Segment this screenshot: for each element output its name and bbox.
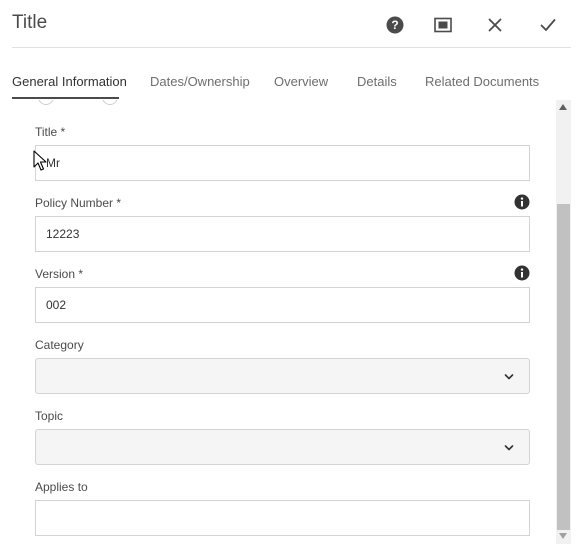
- header-divider: [12, 47, 571, 48]
- version-input[interactable]: [35, 287, 530, 323]
- help-icon[interactable]: ?: [384, 14, 406, 36]
- tab-details[interactable]: Details: [357, 74, 397, 89]
- category-select[interactable]: [35, 358, 530, 394]
- title-label: Title *: [35, 125, 66, 139]
- scrolled-control-edge: [102, 100, 118, 105]
- applies-to-label: Applies to: [35, 480, 88, 494]
- fullscreen-icon[interactable]: [432, 14, 454, 36]
- close-icon[interactable]: [484, 14, 506, 36]
- chevron-down-icon: [504, 374, 514, 380]
- tab-related-documents[interactable]: Related Documents: [425, 74, 539, 89]
- dialog-header: Title ?: [0, 0, 581, 48]
- info-icon[interactable]: [514, 194, 530, 210]
- tab-general-information[interactable]: General Information: [12, 74, 127, 89]
- active-tab-indicator: [12, 97, 119, 99]
- tab-overview[interactable]: Overview: [274, 74, 328, 89]
- svg-text:?: ?: [391, 18, 398, 32]
- chevron-down-icon: [504, 445, 514, 451]
- info-icon[interactable]: [514, 265, 530, 281]
- scrolled-control-edge: [38, 100, 54, 105]
- version-label: Version *: [35, 267, 84, 281]
- checkmark-icon[interactable]: [537, 14, 559, 36]
- vertical-scrollbar[interactable]: [556, 100, 571, 544]
- applies-to-input[interactable]: [35, 500, 530, 536]
- policy-number-input[interactable]: [35, 216, 530, 252]
- topic-select[interactable]: [35, 429, 530, 465]
- dialog-title: Title: [12, 12, 48, 33]
- category-label: Category: [35, 338, 84, 352]
- scroll-down-arrow-icon[interactable]: [559, 533, 567, 539]
- tab-dates-ownership[interactable]: Dates/Ownership: [150, 74, 250, 89]
- scroll-up-arrow-icon[interactable]: [559, 104, 567, 110]
- policy-number-label: Policy Number *: [35, 196, 122, 210]
- scrollbar-thumb[interactable]: [557, 204, 570, 530]
- topic-label: Topic: [35, 409, 64, 423]
- title-input[interactable]: [35, 145, 530, 181]
- form-scroll-area: Title * Policy Number * Version * Catego…: [0, 100, 556, 544]
